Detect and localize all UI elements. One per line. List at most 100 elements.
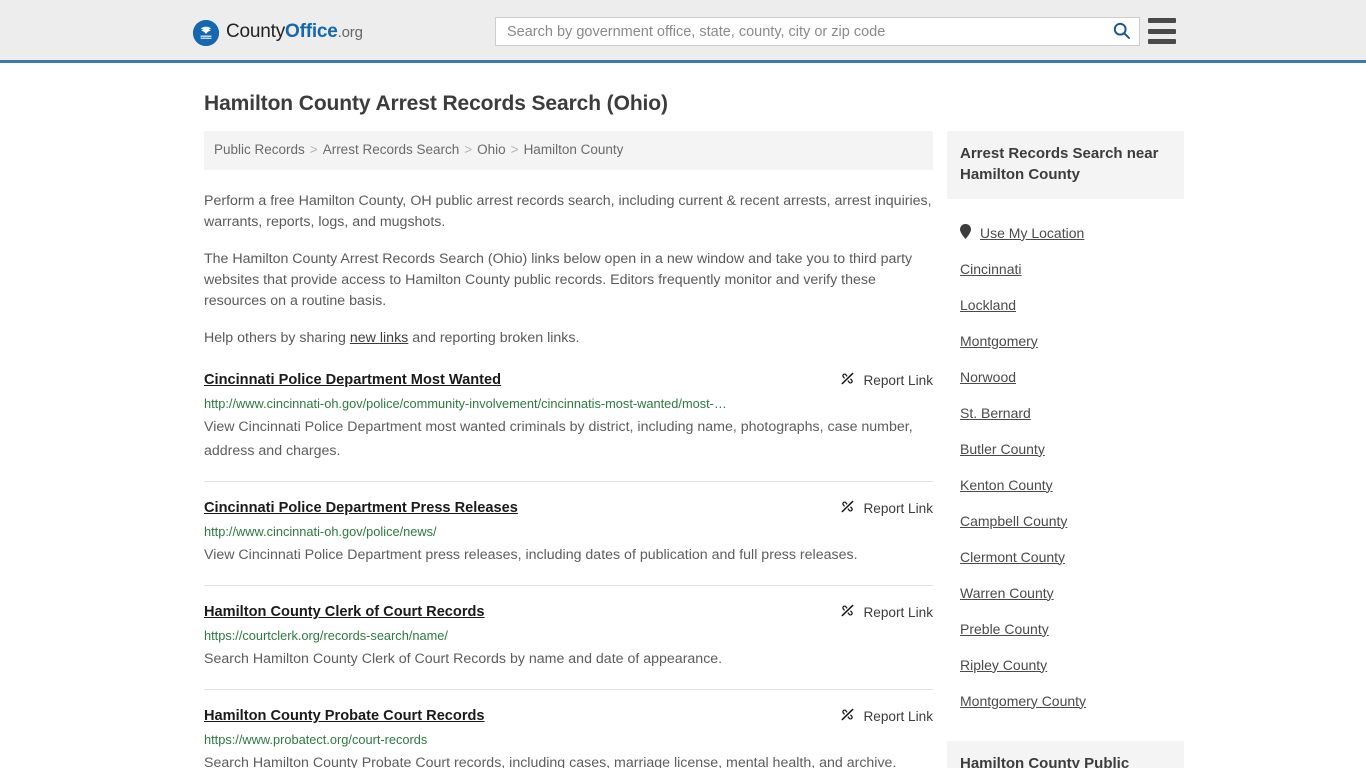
report-link-label: Report Link [863, 373, 933, 388]
list-item: St. Bernard [947, 395, 1184, 431]
sidebar-link-label: Preble County [960, 620, 1049, 637]
result-title-link[interactable]: Cincinnati Police Department Most Wanted [204, 371, 517, 390]
sidebar-link-label: Warren County [960, 584, 1054, 601]
sidebar-link-ripley-county[interactable]: Ripley County [947, 647, 1184, 683]
logo-wordmark: CountyOffice.org [226, 19, 363, 46]
new-links-link[interactable]: new links [350, 330, 408, 346]
intro-p3-after: and reporting broken links. [408, 330, 580, 346]
result-url: http://www.cincinnati-oh.gov/police/news… [204, 524, 437, 539]
broken-link-icon [840, 499, 855, 519]
report-link-label: Report Link [863, 605, 933, 620]
intro-paragraph-1: Perform a free Hamilton County, OH publi… [204, 193, 932, 230]
sidebar-link-label: Lockland [960, 296, 1017, 313]
intro-paragraph-2: The Hamilton County Arrest Records Searc… [204, 251, 913, 309]
sidebar-link-label: St. Bernard [960, 404, 1031, 421]
intro-p3-before: Help others by sharing [204, 330, 350, 346]
sidebar-link-norwood[interactable]: Norwood [947, 359, 1184, 395]
breadcrumb-item-hamilton-county[interactable]: Hamilton County [524, 142, 624, 157]
site-header: CountyOffice.org [0, 0, 1366, 63]
result-item: Hamilton County Clerk of Court Records R… [204, 603, 933, 690]
result-item: Hamilton County Probate Court Records Re… [204, 707, 933, 768]
list-item: Cincinnati [947, 251, 1184, 287]
sidebar-link-kenton-county[interactable]: Kenton County [947, 467, 1184, 503]
sidebar-link-montgomery[interactable]: Montgomery [947, 323, 1184, 359]
use-my-location-label: Use My Location [980, 224, 1085, 241]
list-item: Lockland [947, 287, 1184, 323]
intro-text: Perform a free Hamilton County, OH publi… [204, 191, 933, 349]
breadcrumb-item-public-records[interactable]: Public Records [214, 142, 305, 157]
list-item: Butler County [947, 431, 1184, 467]
hamburger-menu-button[interactable] [1148, 18, 1176, 44]
report-link-button[interactable]: Report Link [840, 603, 933, 623]
search-button[interactable] [1103, 18, 1139, 45]
list-item: Campbell County [947, 503, 1184, 539]
broken-link-icon [840, 603, 855, 623]
result-url: https://courtclerk.org/records-search/na… [204, 628, 448, 643]
sidebar-nearby-list: Use My Location Cincinnati Lockland Mont… [947, 199, 1184, 719]
hamburger-menu-icon-bar [1148, 28, 1176, 34]
sidebar-link-label: Montgomery County [960, 692, 1087, 709]
list-item: Norwood [947, 359, 1184, 395]
broken-link-icon [840, 371, 855, 391]
sidebar-link-label: Clermont County [960, 548, 1066, 565]
broken-link-icon [840, 707, 855, 727]
breadcrumb-item-arrest-records-search[interactable]: Arrest Records Search [323, 142, 460, 157]
result-title-link[interactable]: Cincinnati Police Department Press Relea… [204, 499, 534, 518]
sidebar-link-lockland[interactable]: Lockland [947, 287, 1184, 323]
sidebar-link-label: Cincinnati [960, 260, 1022, 277]
list-item: Montgomery [947, 323, 1184, 359]
sidebar-nearby-title: Arrest Records Search near Hamilton Coun… [947, 131, 1184, 199]
eagle-seal-icon [193, 19, 219, 46]
page-title: Hamilton County Arrest Records Search (O… [204, 92, 668, 115]
result-title-link[interactable]: Hamilton County Probate Court Records [204, 707, 501, 726]
map-pin-icon [960, 224, 971, 242]
results-list: Cincinnati Police Department Most Wanted [204, 371, 933, 768]
search-input[interactable] [496, 18, 1103, 45]
report-link-button[interactable]: Report Link [840, 707, 933, 727]
sidebar-link-cincinnati[interactable]: Cincinnati [947, 251, 1184, 287]
sidebar-link-campbell-county[interactable]: Campbell County [947, 503, 1184, 539]
intro-paragraph-3: Help others by sharing new links and rep… [204, 328, 933, 349]
sidebar-link-preble-county[interactable]: Preble County [947, 611, 1184, 647]
sidebar-link-label: Kenton County [960, 476, 1053, 493]
breadcrumb-item-ohio[interactable]: Ohio [477, 142, 506, 157]
list-item: Ripley County [947, 647, 1184, 683]
report-link-label: Report Link [863, 501, 933, 516]
result-item: Cincinnati Police Department Most Wanted [204, 371, 933, 482]
site-logo[interactable]: CountyOffice.org [193, 19, 363, 46]
logo-text-org: .org [337, 24, 363, 41]
sidebar-link-label: Norwood [960, 368, 1017, 385]
hamburger-menu-icon-bar [1148, 18, 1176, 23]
result-description: View Cincinnati Police Department most w… [204, 419, 913, 459]
sidebar-link-label: Montgomery [960, 332, 1038, 349]
sidebar-link-clermont-county[interactable]: Clermont County [947, 539, 1184, 575]
result-item: Cincinnati Police Department Press Relea… [204, 499, 933, 586]
breadcrumb-separator: > [464, 142, 473, 157]
list-item: Warren County [947, 575, 1184, 611]
logo-text-county: County [226, 21, 286, 42]
sidebar-link-label: Ripley County [960, 656, 1048, 673]
sidebar-link-montgomery-county[interactable]: Montgomery County [947, 683, 1184, 719]
result-title-link[interactable]: Hamilton County Clerk of Court Records [204, 603, 501, 622]
logo-text-office: Office [285, 21, 338, 42]
report-link-label: Report Link [863, 709, 933, 724]
breadcrumb-separator: > [510, 142, 519, 157]
sidebar-link-label: Campbell County [960, 512, 1068, 529]
report-link-button[interactable]: Report Link [840, 499, 933, 519]
sidebar-public-records-title: Hamilton County Public Records [947, 741, 1184, 768]
list-item: Montgomery County [947, 683, 1184, 719]
use-my-location-link[interactable]: Use My Location [947, 215, 1184, 251]
hamburger-menu-icon-bar [1148, 39, 1176, 44]
search-bar [495, 17, 1140, 46]
sidebar-link-warren-county[interactable]: Warren County [947, 575, 1184, 611]
result-description: Search Hamilton County Probate Court rec… [204, 755, 897, 768]
list-item: Use My Location [947, 215, 1184, 251]
sidebar-link-st-bernard[interactable]: St. Bernard [947, 395, 1184, 431]
breadcrumb-separator: > [309, 142, 318, 157]
result-description: Search Hamilton County Clerk of Court Re… [204, 651, 723, 667]
sidebar-link-butler-county[interactable]: Butler County [947, 431, 1184, 467]
result-description: View Cincinnati Police Department press … [204, 547, 858, 563]
report-link-button[interactable]: Report Link [840, 371, 933, 391]
search-icon [1113, 22, 1130, 42]
breadcrumb: Public Records > Arrest Records Search > Ohi… [204, 131, 933, 170]
